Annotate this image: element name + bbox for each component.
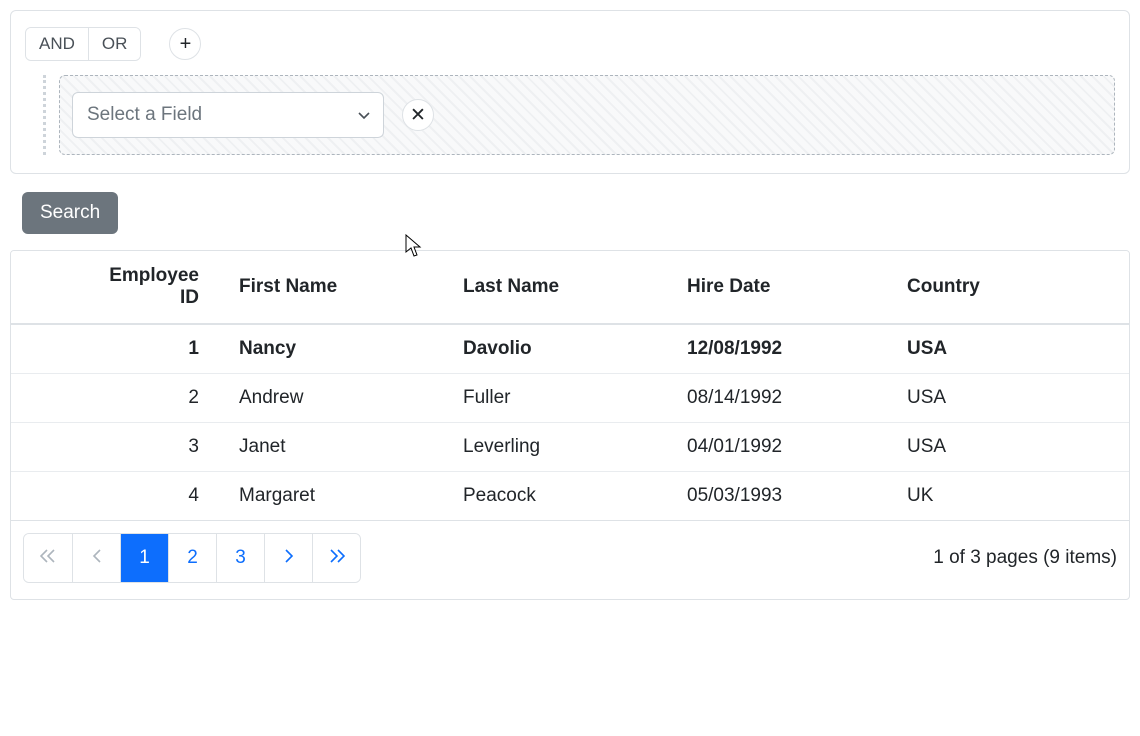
pager-page-3[interactable]: 3 (216, 534, 264, 582)
col-header-country[interactable]: Country (899, 251, 1129, 324)
cell-country: USA (899, 374, 1129, 423)
logic-toggle-group: AND OR (25, 27, 141, 61)
pager-page-1[interactable]: 1 (120, 534, 168, 582)
table-row[interactable]: 4 Margaret Peacock 05/03/1993 UK (11, 472, 1129, 521)
cell-first-name: Margaret (231, 472, 455, 521)
field-select[interactable]: Select a Field (72, 92, 384, 138)
col-header-employee-id[interactable]: Employee ID (11, 251, 231, 324)
cell-id: 1 (11, 324, 231, 374)
close-icon: ✕ (410, 106, 426, 125)
tree-connector (25, 75, 59, 155)
cell-last-name: Peacock (455, 472, 679, 521)
pager: 1 2 3 (23, 533, 361, 583)
pager-summary: 1 of 3 pages (9 items) (933, 547, 1117, 569)
cell-country: USA (899, 324, 1129, 374)
condition-row: Select a Field ✕ (25, 75, 1115, 155)
cell-hire-date: 04/01/1992 (679, 423, 899, 472)
search-button[interactable]: Search (22, 192, 118, 234)
table-row[interactable]: 1 Nancy Davolio 12/08/1992 USA (11, 324, 1129, 374)
cell-hire-date: 12/08/1992 (679, 324, 899, 374)
cell-id: 3 (11, 423, 231, 472)
table-row[interactable]: 2 Andrew Fuller 08/14/1992 USA (11, 374, 1129, 423)
cell-country: USA (899, 423, 1129, 472)
plus-icon: + (180, 34, 192, 54)
cell-first-name: Janet (231, 423, 455, 472)
add-condition-button[interactable]: + (169, 28, 201, 60)
cell-country: UK (899, 472, 1129, 521)
cell-id: 4 (11, 472, 231, 521)
cell-hire-date: 08/14/1992 (679, 374, 899, 423)
pager-region: 1 2 3 1 of 3 pages (9 items) (11, 520, 1129, 599)
table-row[interactable]: 3 Janet Leverling 04/01/1992 USA (11, 423, 1129, 472)
data-grid: Employee ID First Name Last Name Hire Da… (10, 250, 1130, 600)
cell-last-name: Davolio (455, 324, 679, 374)
field-select-button[interactable]: Select a Field (72, 92, 384, 138)
condition-dropzone: Select a Field ✕ (59, 75, 1115, 155)
chevron-right-icon (284, 547, 294, 569)
col-header-last-name[interactable]: Last Name (455, 251, 679, 324)
pager-page-2[interactable]: 2 (168, 534, 216, 582)
logic-or-button[interactable]: OR (89, 28, 141, 60)
cell-id: 2 (11, 374, 231, 423)
chevron-left-icon (92, 547, 102, 569)
chevron-double-right-icon (329, 547, 345, 569)
cell-hire-date: 05/03/1993 (679, 472, 899, 521)
cell-last-name: Fuller (455, 374, 679, 423)
pager-next-button[interactable] (264, 534, 312, 582)
pager-first-button[interactable] (24, 534, 72, 582)
logic-and-button[interactable]: AND (26, 28, 89, 60)
cell-first-name: Nancy (231, 324, 455, 374)
col-header-first-name[interactable]: First Name (231, 251, 455, 324)
remove-condition-button[interactable]: ✕ (402, 99, 434, 131)
cell-first-name: Andrew (231, 374, 455, 423)
chevron-double-left-icon (40, 547, 56, 569)
filter-builder: AND OR + Select a Field ✕ (10, 10, 1130, 174)
col-header-hire-date[interactable]: Hire Date (679, 251, 899, 324)
filter-logic-row: AND OR + (25, 27, 1115, 61)
table-header-row: Employee ID First Name Last Name Hire Da… (11, 251, 1129, 324)
cell-last-name: Leverling (455, 423, 679, 472)
employee-table: Employee ID First Name Last Name Hire Da… (11, 251, 1129, 520)
pager-prev-button[interactable] (72, 534, 120, 582)
pager-last-button[interactable] (312, 534, 360, 582)
